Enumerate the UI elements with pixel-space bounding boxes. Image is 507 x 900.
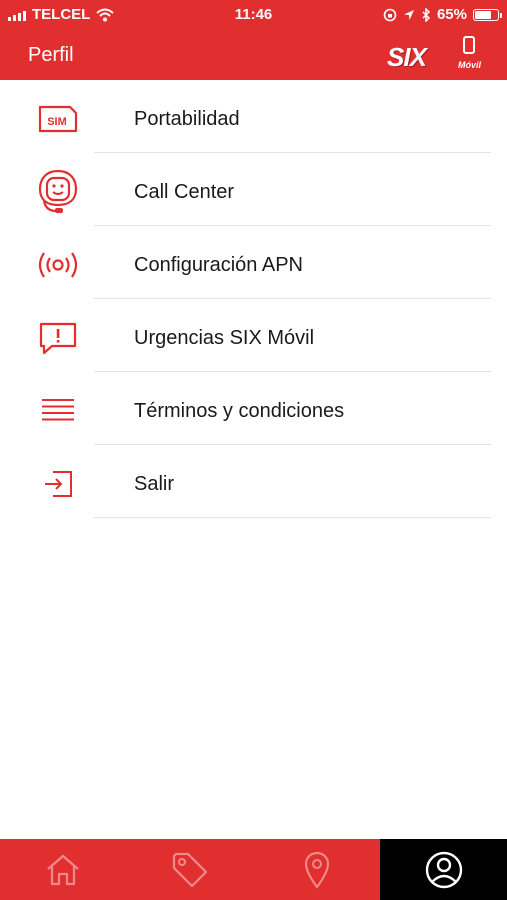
tab-bar xyxy=(0,839,507,900)
brand-phone-icon xyxy=(463,36,475,54)
profile-menu: SIM Portabilidad Call Center Configuraci… xyxy=(0,80,507,518)
status-bar: TELCEL 11:46 65% xyxy=(0,0,507,30)
menu-item-label: Call Center xyxy=(134,181,235,203)
tab-locations[interactable] xyxy=(254,839,381,900)
broadcast-signal-icon xyxy=(34,244,82,286)
app-header: TELCEL 11:46 65% Perfil SIX Móvil xyxy=(0,0,507,80)
tab-promotions[interactable] xyxy=(127,839,254,900)
battery-icon xyxy=(473,8,502,21)
battery-fill xyxy=(475,10,491,19)
brand-logo-main: SIX xyxy=(387,42,427,72)
menu-item-terminos[interactable]: Términos y condiciones xyxy=(0,372,507,445)
menu-item-urgencias[interactable]: Urgencias SIX Móvil xyxy=(0,299,507,372)
support-agent-icon xyxy=(34,169,82,213)
alert-message-icon xyxy=(34,317,82,359)
profile-icon xyxy=(425,851,462,888)
location-arrow-icon xyxy=(403,9,414,20)
orientation-lock-icon xyxy=(383,8,397,21)
brand-logo: SIX Móvil xyxy=(387,36,483,72)
status-right: 65% xyxy=(383,6,502,23)
text-lines-icon xyxy=(34,390,82,432)
tab-profile[interactable] xyxy=(380,839,507,900)
bluetooth-icon xyxy=(422,7,431,22)
location-pin-icon xyxy=(304,851,329,889)
divider xyxy=(94,517,491,518)
menu-item-label: Configuración APN xyxy=(134,254,303,276)
sim-card-icon: SIM xyxy=(34,98,82,140)
menu-item-label: Términos y condiciones xyxy=(134,400,345,422)
menu-item-portabilidad[interactable]: SIM Portabilidad xyxy=(0,80,507,153)
menu-item-label: Portabilidad xyxy=(134,108,240,130)
menu-item-label: Salir xyxy=(134,473,175,495)
menu-item-apn[interactable]: Configuración APN xyxy=(0,226,507,299)
menu-item-label: Urgencias SIX Móvil xyxy=(134,327,315,349)
logout-icon xyxy=(34,463,82,505)
svg-text:SIM: SIM xyxy=(47,116,67,128)
menu-item-call-center[interactable]: Call Center xyxy=(0,153,507,226)
tab-home[interactable] xyxy=(0,839,127,900)
battery-percent: 65% xyxy=(436,6,467,23)
tag-icon xyxy=(173,852,208,887)
menu-item-salir[interactable]: Salir xyxy=(0,445,507,518)
home-icon xyxy=(47,854,80,885)
page-title: Perfil xyxy=(28,44,74,66)
brand-logo-sub: Móvil xyxy=(457,60,481,70)
